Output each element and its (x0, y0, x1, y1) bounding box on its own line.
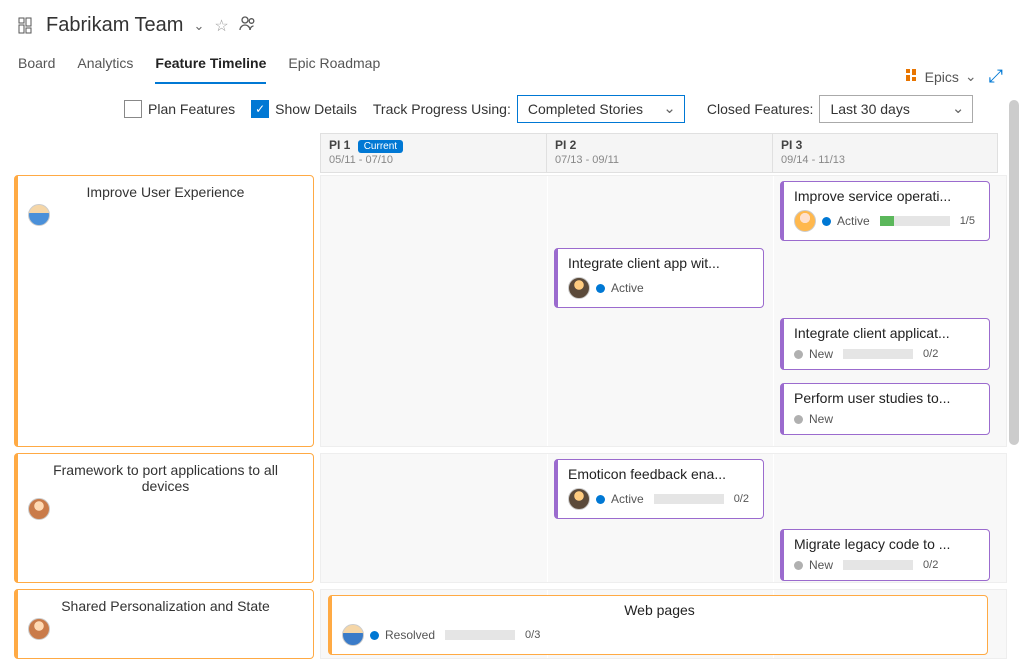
state-dot-icon (794, 350, 803, 359)
show-details-label: Show Details (275, 101, 357, 117)
column-header-pi3: PI 3 09/14 - 11/13 (772, 133, 998, 173)
avatar (794, 210, 816, 232)
epics-label: Epics (925, 69, 959, 85)
avatar (342, 624, 364, 646)
tab-epic-roadmap[interactable]: Epic Roadmap (288, 49, 380, 84)
avatar (28, 498, 50, 520)
closed-features-select[interactable]: Last 30 days (819, 95, 973, 123)
team-name[interactable]: Fabrikam Team (46, 14, 183, 37)
progress-bar (445, 630, 515, 640)
progress-bar (843, 349, 913, 359)
current-badge: Current (358, 140, 403, 153)
track-progress-label: Track Progress Using: (373, 101, 511, 117)
plan-features-checkbox[interactable] (124, 100, 142, 118)
fullscreen-icon[interactable]: ⤢ (989, 66, 1003, 87)
track-progress-select[interactable]: Completed Stories (517, 95, 685, 123)
avatar (568, 488, 590, 510)
closed-features-label: Closed Features: (707, 101, 814, 117)
state-dot-icon (596, 495, 605, 504)
team-people-icon[interactable] (239, 14, 257, 37)
team-chevron-icon[interactable]: ⌄ (193, 18, 204, 34)
tab-board[interactable]: Board (18, 49, 55, 84)
favorite-star-icon[interactable]: ☆ (214, 16, 228, 36)
feature-card[interactable]: Migrate legacy code to ... New 0/2 (780, 529, 990, 581)
state-dot-icon (794, 561, 803, 570)
progress-bar (880, 216, 950, 226)
epics-icon (905, 68, 919, 85)
feature-card[interactable]: Integrate client applicat... New 0/2 (780, 318, 990, 370)
feature-card[interactable]: Integrate client app wit... Active (554, 248, 764, 308)
epic-card[interactable]: Improve User Experience (14, 175, 314, 447)
avatar (568, 277, 590, 299)
epic-title: Framework to port applications to all de… (28, 462, 303, 494)
epic-card[interactable]: Shared Personalization and State (14, 589, 314, 659)
chevron-down-icon: ⌄ (965, 68, 977, 85)
state-dot-icon (370, 631, 379, 640)
state-dot-icon (822, 217, 831, 226)
tab-analytics[interactable]: Analytics (77, 49, 133, 84)
plan-features-label: Plan Features (148, 101, 235, 117)
state-dot-icon (794, 415, 803, 424)
feature-card[interactable]: Improve service operati... Active 1/5 (780, 181, 990, 241)
column-header-pi2: PI 2 07/13 - 09/11 (546, 133, 772, 173)
epics-dropdown[interactable]: Epics ⌄ (905, 68, 977, 85)
epic-title: Improve User Experience (28, 184, 303, 200)
progress-bar (843, 560, 913, 570)
show-details-checkbox[interactable]: ✓ (251, 100, 269, 118)
feature-card[interactable]: Emoticon feedback ena... Active 0/2 (554, 459, 764, 519)
progress-bar (654, 494, 724, 504)
scrollbar-thumb[interactable] (1009, 100, 1019, 445)
avatar (28, 618, 50, 640)
column-header-pi1: PI 1 Current 05/11 - 07/10 (320, 133, 546, 173)
tab-feature-timeline[interactable]: Feature Timeline (155, 49, 266, 84)
state-dot-icon (596, 284, 605, 293)
feature-card[interactable]: Perform user studies to... New (780, 383, 990, 435)
epic-title: Shared Personalization and State (28, 598, 303, 614)
epic-card[interactable]: Framework to port applications to all de… (14, 453, 314, 583)
board-app-icon (18, 17, 36, 35)
feature-card[interactable]: Web pages Resolved 0/3 (328, 595, 988, 655)
avatar (28, 204, 50, 226)
